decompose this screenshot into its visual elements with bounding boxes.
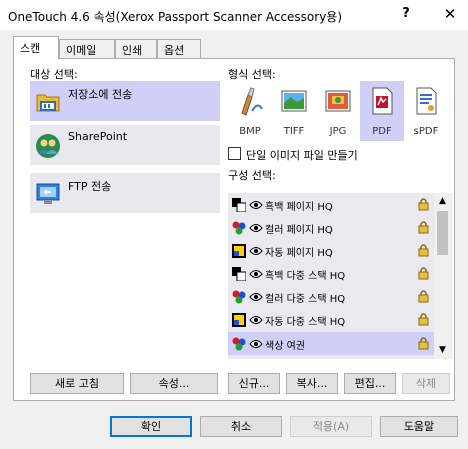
spdf-document-icon (416, 87, 437, 115)
eye-icon (249, 340, 263, 348)
scroll-up-icon[interactable]: ▲ (434, 193, 451, 210)
configuration-scrollbar[interactable]: ▲ ▼ (434, 193, 451, 359)
destination-item-ftp[interactable]: FTP 전송 (30, 173, 220, 213)
color-page-icon (232, 221, 246, 235)
jpg-image-icon (325, 90, 351, 112)
destination-item-sharepoint[interactable]: SharePoint (30, 125, 220, 165)
configuration-label: 자동 페이지 HQ (265, 248, 333, 259)
ok-button[interactable]: 확인 (110, 416, 192, 437)
bw-page-icon (232, 198, 246, 212)
bmp-paint-icon (241, 87, 263, 116)
eye-icon (249, 247, 263, 255)
apply-button[interactable]: 적용(A) (290, 416, 372, 437)
configuration-label: 흑백 다중 스택 HQ (265, 271, 346, 282)
copy-button[interactable]: 복사... (286, 373, 338, 394)
configuration-item[interactable]: 흑백 다중 스택 HQ (228, 262, 434, 285)
tab-email[interactable]: 이메일 (59, 39, 115, 58)
format-item-tiff[interactable]: TIFF (272, 81, 316, 141)
eye-icon (249, 293, 263, 301)
lock-icon (418, 290, 429, 303)
eye-icon (249, 270, 263, 278)
destination-heading: 대상 선택: (30, 68, 78, 81)
format-item-pdf[interactable]: PDF (360, 81, 404, 141)
destination-list: 저장소에 전송 SharePoint FTP 전송 (30, 81, 220, 363)
destination-item-storage[interactable]: 저장소에 전송 (30, 81, 220, 121)
cancel-button[interactable]: 취소 (200, 416, 282, 437)
configuration-item[interactable]: 흑백 페이지 HQ (228, 193, 434, 216)
sharepoint-icon (36, 134, 60, 158)
single-file-label: 단일 이미지 파일 만들기 (246, 149, 358, 162)
lock-icon (418, 221, 429, 234)
tab-scan[interactable]: 스캔 (13, 36, 59, 59)
format-label: sPDF (413, 126, 439, 137)
help-icon[interactable]: ? (396, 6, 416, 21)
configuration-item[interactable]: 컬러 다중 스택 HQ (228, 285, 434, 308)
tab-options[interactable]: 옵션 (157, 39, 201, 58)
refresh-button[interactable]: 새로 고침 (30, 373, 124, 394)
configuration-label: 흑백 페이지 HQ (265, 202, 333, 213)
destination-label: FTP 전송 (68, 180, 112, 193)
bw-page-icon (232, 267, 246, 281)
auto-page-icon (232, 244, 246, 258)
configuration-item[interactable]: 컬러 페이지 HQ (228, 216, 434, 239)
configuration-item[interactable]: 자동 페이지 HQ (228, 239, 434, 262)
lock-icon (418, 198, 429, 211)
tiff-image-icon (281, 90, 307, 112)
delete-button[interactable]: 삭제 (402, 373, 450, 394)
new-button[interactable]: 신규... (228, 373, 280, 394)
lock-icon (418, 267, 429, 280)
format-label: BMP (239, 126, 261, 137)
configuration-label: 자동 다중 스택 HQ (265, 317, 346, 328)
format-item-bmp[interactable]: BMP (228, 81, 272, 141)
format-heading: 형식 선택: (228, 68, 276, 81)
configuration-list: 흑백 페이지 HQ 컬러 페이지 HQ 자동 페이지 HQ 흑백 다중 스택 H… (228, 193, 452, 359)
configuration-heading: 구성 선택: (228, 169, 276, 182)
format-list: BMP TIFF JPG PDF sPDF (228, 81, 448, 141)
format-item-spdf[interactable]: sPDF (404, 81, 448, 141)
configuration-label: 색상 여권 (265, 341, 305, 352)
single-file-checkbox[interactable] (228, 147, 241, 160)
configuration-label: 컬러 페이지 HQ (265, 225, 333, 236)
configuration-item[interactable]: 자동 다중 스택 HQ (228, 308, 434, 331)
scroll-thumb[interactable] (437, 211, 448, 255)
format-item-jpg[interactable]: JPG (316, 81, 360, 141)
eye-icon (249, 316, 263, 324)
color-page-icon (232, 290, 246, 304)
lock-icon (418, 244, 429, 257)
eye-icon (249, 224, 263, 232)
title-bar: OneTouch 4.6 속성(Xerox Passport Scanner A… (0, 0, 468, 30)
lock-icon (418, 313, 429, 326)
configuration-item-selected[interactable]: 색상 여권 (228, 332, 434, 355)
tab-print[interactable]: 인쇄 (115, 39, 157, 58)
destination-label: SharePoint (68, 130, 128, 143)
folder-storage-icon (36, 94, 60, 112)
ftp-icon (36, 183, 60, 204)
pdf-document-icon (372, 87, 393, 115)
lock-icon (418, 337, 429, 350)
auto-page-icon (232, 313, 246, 327)
format-label: TIFF (283, 126, 305, 137)
destination-label: 저장소에 전송 (68, 88, 133, 101)
edit-button[interactable]: 편집... (344, 373, 396, 394)
window-title: OneTouch 4.6 속성(Xerox Passport Scanner A… (8, 10, 343, 24)
scan-tab-panel: 대상 선택: 저장소에 전송 SharePoint FTP 전송 형식 선택: … (13, 58, 455, 401)
format-label: JPG (329, 126, 347, 137)
configuration-label: 컬러 다중 스택 HQ (265, 294, 346, 305)
help-button[interactable]: 도움말 (380, 416, 458, 437)
color-page-icon (232, 337, 246, 351)
close-icon[interactable]: ✕ (440, 5, 460, 23)
properties-button[interactable]: 속성... (130, 373, 218, 394)
scroll-down-icon[interactable]: ▼ (434, 342, 451, 359)
eye-icon (249, 201, 263, 209)
format-label: PDF (372, 126, 392, 137)
